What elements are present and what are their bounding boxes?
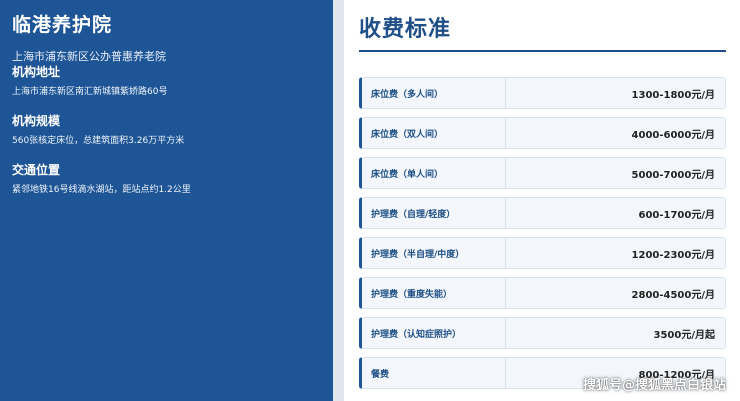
fee-price: 1200-2300元/月 [631,249,715,261]
address-section: 机构地址 上海市浦东新区南汇新城镇紫娇路60号 [12,65,321,98]
scale-section: 机构规模 560张核定床位，总建筑面积3.26万平方米 [12,114,321,147]
institution-subtitle: 上海市浦东新区公办普惠养老院 [12,50,166,63]
fee-price: 3500元/月起 [653,329,715,341]
fee-row: 床位费（多人间） 1300-1800元/月 [359,77,726,109]
fee-name: 护理费（重度失能） [362,278,506,308]
fee-panel: 收费标准 床位费（多人间） 1300-1800元/月 床位费（双人间） 4000… [344,0,740,401]
fee-row: 床位费（单人间） 5000-7000元/月 [359,157,726,189]
fee-row: 护理费（认知症照护） 3500元/月起 [359,317,726,349]
fee-row: 护理费（自理/轻度） 600-1700元/月 [359,197,726,229]
fee-name: 餐费 [362,358,506,388]
fee-name: 床位费（多人间） [362,78,506,108]
fee-row: 床位费（双人间） 4000-6000元/月 [359,117,726,149]
institution-panel: 临港养护院 上海市浦东新区公办普惠养老院 机构地址 上海市浦东新区南汇新城镇紫娇… [0,0,333,401]
fee-row: 护理费（重度失能） 2800-4500元/月 [359,277,726,309]
fee-name: 护理费（认知症照护） [362,318,506,348]
fee-price: 5000-7000元/月 [631,169,715,181]
institution-name: 临港养护院 [12,14,113,36]
transport-text: 紧邻地铁16号线滴水湖站，距站点约1.2公里 [12,185,191,195]
fee-name: 床位费（双人间） [362,118,506,148]
fee-name: 床位费（单人间） [362,158,506,188]
fee-price: 600-1700元/月 [638,209,715,221]
fee-price: 2800-4500元/月 [631,289,715,301]
transport-title: 交通位置 [12,163,61,177]
fee-price: 1300-1800元/月 [631,89,715,101]
watermark: 搜狐号@搜狐黑点白银站 [582,378,726,393]
fee-name: 护理费（自理/轻度） [362,198,506,228]
fee-title: 收费标准 [359,0,726,52]
transport-section: 交通位置 紧邻地铁16号线滴水湖站，距站点约1.2公里 [12,163,321,196]
fee-name: 护理费（半自理/中度） [362,238,506,268]
fee-row: 护理费（半自理/中度） 1200-2300元/月 [359,237,726,269]
fee-list: 床位费（多人间） 1300-1800元/月 床位费（双人间） 4000-6000… [359,77,726,389]
address-text: 上海市浦东新区南汇新城镇紫娇路60号 [12,87,168,97]
scale-title: 机构规模 [12,114,61,128]
address-title: 机构地址 [12,65,61,79]
fee-price: 4000-6000元/月 [631,129,715,141]
scale-text: 560张核定床位，总建筑面积3.26万平方米 [12,136,185,146]
